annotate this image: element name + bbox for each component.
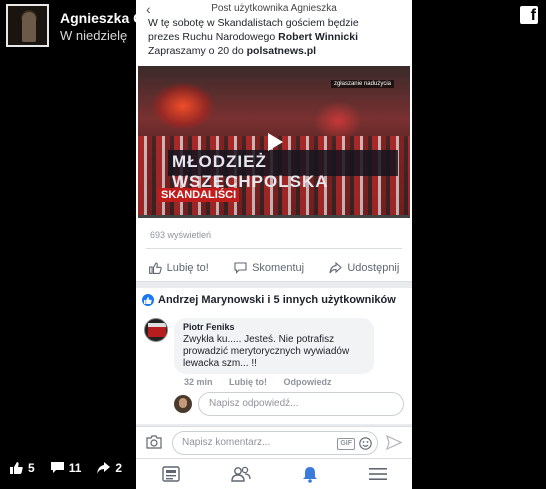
shares-count: 2	[115, 461, 123, 475]
divider	[146, 248, 402, 249]
comment-button[interactable]: Skomentuj	[234, 262, 304, 274]
comment-placeholder: Napisz komentarz...	[182, 437, 271, 448]
story-shares-count[interactable]: 2	[97, 461, 122, 475]
post-mention[interactable]: Robert Winnicki	[278, 31, 358, 43]
commenter-name[interactable]: Piotr Feniks	[183, 322, 365, 332]
comment-text: Zwykła ku..... Jesteś. Nie potrafisz pro…	[183, 334, 350, 369]
share-arrow-icon	[97, 462, 111, 474]
speech-bubble-icon	[234, 261, 247, 274]
post-text-line-1: W tę sobotę w Skandalistach gościem będz…	[148, 17, 359, 29]
comment-bubble: Piotr Feniks Zwykła ku..... Jesteś. Nie …	[174, 318, 374, 374]
video-banner-text: MŁODZIEŻ WSZECHPOLSKA	[172, 152, 329, 191]
video-logo: SKANDALIŚCI	[158, 188, 240, 202]
camera-icon[interactable]	[146, 435, 162, 449]
play-icon[interactable]	[260, 130, 288, 154]
comments-count: 11	[68, 461, 82, 475]
post-actions: Lubię to! Skomentuj Udostępnij	[136, 254, 412, 282]
comment-reply-link[interactable]: Odpowiedz	[284, 377, 332, 387]
like-reaction-icon	[142, 294, 154, 306]
story-footer: 5 11 2	[10, 458, 138, 478]
video-tag: zgłaszanie nadużycia	[330, 80, 394, 88]
reply-input[interactable]: Napisz odpowiedź...	[198, 392, 404, 416]
comments-section: Piotr Feniks Zwykła ku..... Jesteś. Nie …	[136, 312, 412, 424]
send-icon[interactable]	[386, 435, 402, 450]
emoji-icon[interactable]	[359, 437, 372, 450]
comment-input[interactable]: Napisz komentarz... GIF	[172, 431, 378, 455]
current-user-avatar	[174, 395, 192, 413]
news-feed-icon[interactable]	[161, 466, 180, 482]
comment-like-link[interactable]: Lubię to!	[229, 377, 267, 387]
story-comments-count[interactable]: 11	[50, 461, 82, 475]
comment-meta: 32 min Lubię to! Odpowiedz	[184, 377, 346, 387]
view-count: 693 wyświetleń	[150, 230, 212, 240]
post-text: W tę sobotę w Skandalistach gościem będz…	[148, 16, 400, 58]
phone-screen: W tę sobotę w Skandalistach gościem będz…	[136, 0, 412, 489]
post-text-line-2: prezes Ruchu Narodowego Robert Winnicki	[148, 31, 358, 43]
facebook-logo-icon: f	[520, 6, 538, 24]
comment-time: 32 min	[184, 377, 213, 387]
comment-composer: Napisz komentarz... GIF	[136, 426, 412, 458]
friends-icon[interactable]	[230, 466, 251, 482]
like-button[interactable]: Lubię to!	[148, 261, 209, 274]
author-avatar[interactable]	[6, 4, 49, 47]
likes-count: 5	[28, 461, 35, 475]
nav-title: Post użytkownika Agnieszka	[211, 3, 337, 14]
thumbs-up-icon	[10, 462, 23, 474]
share-outline-icon	[329, 261, 343, 273]
notifications-bell-icon[interactable]	[302, 466, 318, 483]
thumbs-up-outline-icon	[148, 261, 162, 274]
menu-hamburger-icon[interactable]	[368, 467, 387, 481]
post-text-line-3: Zapraszamy o 20 do polsatnews.pl	[148, 45, 317, 57]
reactions-text: Andrzej Marynowski i 5 innych użytkownik…	[158, 294, 396, 306]
story-timestamp: W niedzielę	[60, 28, 128, 43]
reactions-summary[interactable]: Andrzej Marynowski i 5 innych użytkownik…	[136, 288, 412, 312]
video-player[interactable]: MŁODZIEŻ WSZECHPOLSKA zgłaszanie nadużyc…	[138, 66, 410, 218]
bottom-tab-bar	[136, 458, 412, 489]
gif-button[interactable]: GIF	[337, 438, 355, 450]
commenter-avatar[interactable]	[144, 318, 168, 342]
post-link[interactable]: polsatnews.pl	[247, 45, 316, 57]
share-button[interactable]: Udostępnij	[329, 261, 399, 274]
post-card: W tę sobotę w Skandalistach gościem będz…	[136, 14, 412, 254]
story-likes-count[interactable]: 5	[10, 461, 35, 475]
video-progress-track[interactable]	[138, 215, 410, 218]
comment-icon	[50, 462, 64, 473]
reply-row: Napisz odpowiedź...	[174, 392, 406, 418]
top-nav: ‹ Post użytkownika Agnieszka	[136, 0, 412, 18]
